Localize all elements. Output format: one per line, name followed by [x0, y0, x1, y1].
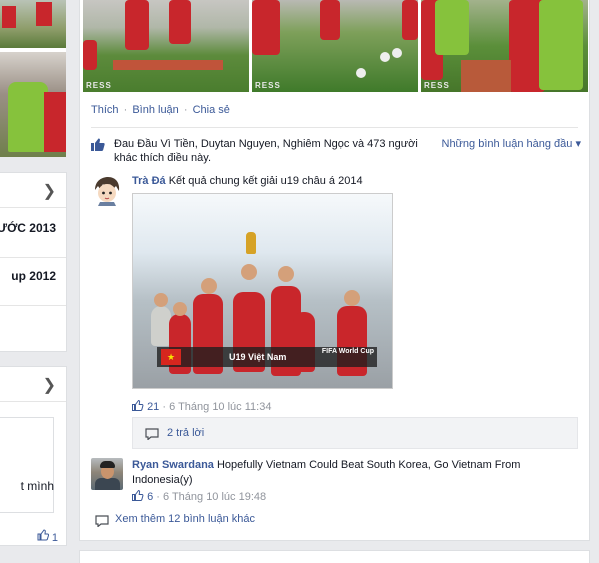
left-card-1: ❯ ƯỚC 2013 up 2012: [0, 172, 67, 352]
comment-sort-dropdown[interactable]: Những bình luận hàng đầu ▾: [442, 137, 582, 150]
comment-time[interactable]: · 6 Tháng 10 lúc 19:48: [156, 491, 266, 503]
left-card-like[interactable]: 1: [37, 529, 58, 544]
avatar-image: [91, 174, 123, 206]
share-link[interactable]: Chia sẻ: [193, 104, 230, 116]
left-photo-2[interactable]: [0, 52, 66, 157]
post-card: RESS RESS RESS Thích · Bình luận · Chia …: [79, 0, 590, 541]
comment-like-count[interactable]: 21: [147, 401, 159, 413]
comment-link[interactable]: Bình luận: [132, 104, 178, 116]
chevron-right-icon[interactable]: ❯: [43, 375, 56, 395]
left-card-item[interactable]: up 2012: [11, 269, 56, 283]
comment-like-count[interactable]: 6: [147, 491, 153, 503]
left-column: ❯ ƯỚC 2013 up 2012 ❯ t mình 1: [0, 0, 67, 563]
left-card-text: t mình: [20, 479, 54, 493]
post-photo-3[interactable]: RESS: [421, 0, 588, 92]
comment-attached-image[interactable]: ★ U19 Việt Nam FIFA World Cup: [132, 193, 393, 389]
comment-author[interactable]: Trà Đá: [132, 175, 166, 187]
like-count: 1: [51, 532, 58, 544]
thumbs-up-icon[interactable]: [132, 489, 144, 501]
thumbs-up-icon: [37, 529, 49, 541]
photo-watermark: RESS: [86, 81, 112, 90]
replies-toggle[interactable]: 2 trả lời: [132, 417, 578, 449]
left-card-item[interactable]: ƯỚC 2013: [0, 221, 56, 235]
likes-text[interactable]: Đau Đầu Vì Tiền, Duytan Nguyen, Nghiêm N…: [114, 137, 424, 165]
left-photo-thumbnails[interactable]: [0, 0, 66, 157]
next-post-card: [79, 550, 590, 563]
photo-watermark: RESS: [424, 81, 450, 90]
view-more-label[interactable]: Xem thêm 12 bình luận khác: [115, 513, 255, 525]
photo-watermark: RESS: [255, 81, 281, 90]
replies-label[interactable]: 2 trả lời: [167, 427, 204, 439]
thumbs-up-icon: [91, 138, 105, 151]
post-photo-1[interactable]: RESS: [83, 0, 249, 92]
comment-time[interactable]: · 6 Tháng 10 lúc 11:34: [162, 401, 271, 413]
avatar[interactable]: [91, 458, 123, 490]
post-photos: RESS RESS RESS: [83, 0, 588, 92]
image-banner-text: U19 Việt Nam: [229, 352, 287, 362]
left-card-2: ❯ t mình 1: [0, 366, 67, 546]
comment-author[interactable]: Ryan Swardana: [132, 459, 214, 471]
left-photo-1[interactable]: [0, 0, 66, 48]
avatar[interactable]: [91, 174, 123, 206]
post-photo-2[interactable]: RESS: [252, 0, 418, 92]
comment-meta: 21 · 6 Tháng 10 lúc 11:34: [132, 399, 271, 413]
thumbs-up-icon[interactable]: [132, 399, 144, 411]
fifa-logo: FIFA World Cup: [321, 348, 374, 355]
chevron-right-icon[interactable]: ❯: [43, 181, 56, 201]
post-actions: Thích · Bình luận · Chia sẻ: [91, 104, 230, 116]
comment-text: Kết quả chung kết giải u19 châu á 2014: [168, 175, 363, 187]
vietnam-flag-icon: ★: [161, 349, 181, 365]
like-link[interactable]: Thích: [91, 104, 119, 116]
comment-bubble-icon: [95, 515, 109, 527]
comment-bubble-icon: [145, 428, 159, 440]
divider: [91, 127, 578, 128]
comment-meta: 6 · 6 Tháng 10 lúc 19:48: [132, 489, 577, 505]
trophy-icon: [246, 232, 256, 254]
left-card-inner-box: [0, 417, 54, 513]
